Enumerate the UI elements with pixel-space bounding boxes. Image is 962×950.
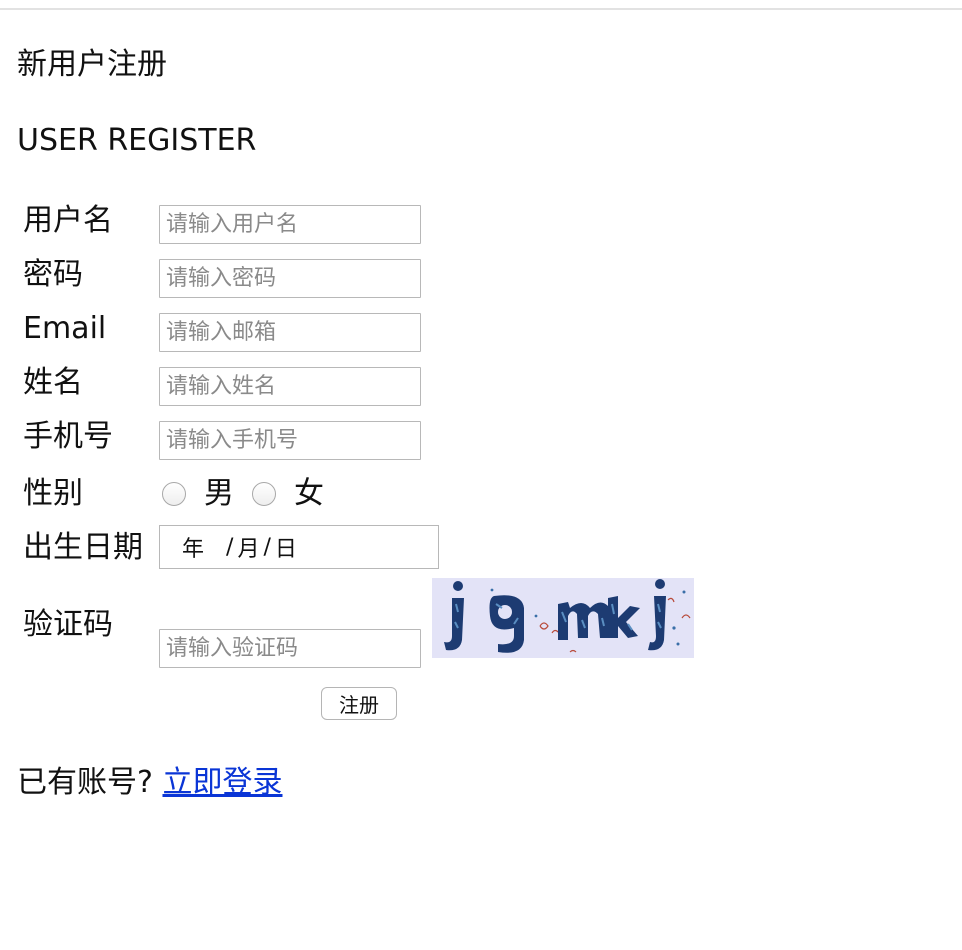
page-subtitle: USER REGISTER [17, 123, 257, 158]
captcha-input[interactable] [159, 629, 421, 668]
date-day-segment[interactable]: 日 [275, 531, 297, 563]
top-divider [0, 8, 962, 10]
username-label: 用户名 [23, 203, 113, 238]
login-prompt-text: 已有账号? [17, 765, 153, 800]
email-input[interactable] [159, 313, 421, 352]
birthday-date-input[interactable]: 年 / 月 / 日 [159, 525, 439, 569]
password-input[interactable] [159, 259, 421, 298]
register-button[interactable]: 注册 [321, 687, 397, 720]
gender-label: 性别 [23, 476, 83, 511]
name-label: 姓名 [23, 365, 83, 400]
date-separator: / [226, 534, 234, 560]
gender-female-radio[interactable] [252, 482, 276, 506]
page-title: 新用户注册 [17, 47, 167, 82]
login-link[interactable]: 立即登录 [162, 765, 282, 800]
gender-option-female[interactable]: 女 [252, 476, 324, 512]
captcha-glyph [558, 602, 610, 640]
gender-male-text: 男 [204, 476, 234, 511]
gender-option-male[interactable]: 男 [162, 476, 234, 512]
date-month-segment[interactable]: 月 [237, 531, 259, 563]
birthday-label: 出生日期 [23, 530, 143, 565]
captcha-label: 验证码 [23, 607, 113, 642]
login-prompt: 已有账号? 立即登录 [17, 765, 282, 801]
gender-male-radio[interactable] [162, 482, 186, 506]
phone-input[interactable] [159, 421, 421, 460]
email-label: Email [23, 311, 107, 346]
phone-label: 手机号 [23, 419, 113, 454]
captcha-image[interactable] [432, 578, 694, 658]
username-input[interactable] [159, 205, 421, 244]
name-input[interactable] [159, 367, 421, 406]
date-separator: / [263, 534, 271, 560]
date-year-segment[interactable]: 年 [182, 531, 204, 563]
gender-female-text: 女 [294, 476, 324, 511]
password-label: 密码 [23, 257, 83, 292]
